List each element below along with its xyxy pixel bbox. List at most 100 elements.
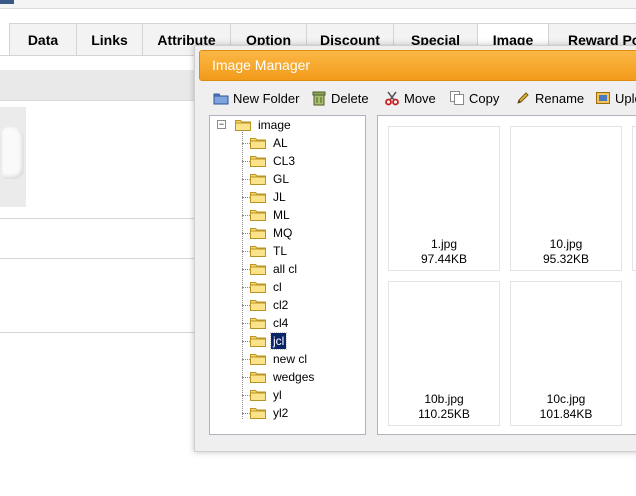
tree-connector [242, 130, 243, 419]
tree-connector [242, 251, 250, 252]
upload-icon [595, 90, 611, 106]
folder-icon [250, 299, 266, 311]
tree-connector [242, 305, 250, 306]
divider [0, 258, 195, 259]
copy-button[interactable]: Copy [449, 86, 499, 110]
folder-icon [250, 137, 266, 149]
move-button[interactable]: Move [384, 86, 436, 110]
tree-folder-item[interactable]: yl2 [250, 405, 290, 421]
folder-icon [250, 191, 266, 203]
tree-connector [242, 341, 250, 342]
tree-connector [242, 359, 250, 360]
file-size: 95.32KB [542, 252, 590, 266]
folder-icon [250, 173, 266, 185]
tree-folder-label: yl2 [273, 406, 289, 420]
scissors-icon [384, 90, 400, 106]
tree-folder-label: ML [273, 208, 290, 222]
tree-folder-item[interactable]: new cl [250, 351, 309, 367]
file-card[interactable]: 10c.jpg 101.84KB [510, 281, 622, 426]
folder-icon [250, 317, 266, 329]
upload-label: Uplo [615, 90, 636, 106]
tree-folder-item[interactable]: AL [250, 135, 290, 151]
tree-folder-item[interactable]: wedges [250, 369, 316, 385]
tree-connector [242, 287, 250, 288]
product-image-thumbnail[interactable] [0, 107, 26, 207]
tree-folder-item[interactable]: ML [250, 207, 292, 223]
tree-connector [242, 395, 250, 396]
tree-connector [242, 413, 250, 414]
tree-folder-item[interactable]: cl [250, 279, 284, 295]
tree-folder-item[interactable]: cl2 [250, 297, 290, 313]
folder-icon [213, 90, 229, 106]
tree-folder-label: yl [273, 388, 282, 402]
tree-folder-item[interactable]: JL [250, 189, 288, 205]
file-name: 10c.jpg [546, 392, 586, 406]
toolbar: New Folder Delete Move Copy Rename Uplo [207, 86, 636, 110]
file-name: 10.jpg [549, 237, 583, 251]
tree-connector [242, 197, 250, 198]
tree-connector [242, 215, 250, 216]
tree-connector [242, 377, 250, 378]
folder-icon [250, 227, 266, 239]
rename-button[interactable]: Rename [515, 86, 584, 110]
move-label: Move [404, 90, 436, 106]
folder-icon [250, 245, 266, 257]
folder-icon [250, 353, 266, 365]
tab-links[interactable]: Links [76, 23, 143, 55]
tree-folder-item[interactable]: CL3 [250, 153, 297, 169]
file-size: 110.25KB [418, 407, 470, 421]
tree-folder-label: GL [273, 172, 290, 186]
tree-folder-label: wedges [273, 370, 315, 384]
folder-icon [250, 407, 266, 419]
tree-folder-item[interactable]: jcl [250, 332, 288, 350]
tree-connector [242, 179, 250, 180]
tree-folder-label: AL [273, 136, 288, 150]
folder-icon [250, 335, 266, 347]
delete-button[interactable]: Delete [311, 86, 369, 110]
folder-icon [250, 263, 266, 275]
file-card[interactable]: 10b.jpg 110.25KB [388, 281, 500, 426]
folder-tree: − image AL CL3 GL JL ML MQ TL all cl cl cl2 cl4 jcl… [209, 115, 366, 435]
file-card[interactable]: 10.jpg 95.32KB [510, 126, 622, 271]
tree-folder-label: MQ [273, 226, 293, 240]
tree-folder-item[interactable]: cl4 [250, 315, 290, 331]
upload-button[interactable]: Uplo [595, 86, 636, 110]
file-size: 97.44KB [420, 252, 468, 266]
tab-data[interactable]: Data [9, 23, 77, 55]
folder-icon [250, 155, 266, 167]
pencil-icon [515, 90, 531, 106]
tree-folder-item[interactable]: all cl [250, 261, 299, 277]
tree-folder-label: cl2 [273, 298, 289, 312]
file-name: 1.jpg [430, 237, 458, 251]
tree-connector [242, 143, 250, 144]
folder-icon [235, 119, 251, 131]
rename-label: Rename [535, 90, 585, 106]
new-folder-button[interactable]: New Folder [213, 86, 299, 110]
tree-folder-label: cl [273, 280, 282, 294]
copy-label: Copy [469, 90, 500, 106]
folder-icon [250, 281, 266, 293]
tree-folder-item[interactable]: MQ [250, 225, 294, 241]
divider [0, 218, 195, 219]
tree-folder-label: TL [273, 244, 288, 258]
tree-root-label: image [258, 118, 291, 132]
image-manager-dialog: Image Manager New Folder Delete Move Cop… [194, 45, 636, 452]
tree-connector [242, 269, 250, 270]
dialog-titlebar[interactable]: Image Manager [199, 50, 636, 81]
image-table-header [0, 70, 195, 101]
copy-icon [449, 90, 465, 106]
tree-folder-item[interactable]: TL [250, 243, 289, 259]
tree-folder-label: new cl [273, 352, 308, 366]
tree-folder-item[interactable]: GL [250, 171, 291, 187]
tree-folder-label: all cl [273, 262, 298, 276]
file-card[interactable] [632, 126, 636, 271]
file-card[interactable]: 1.jpg 97.44KB [388, 126, 500, 271]
tree-folder-item[interactable]: yl [250, 387, 284, 403]
tree-connector [242, 233, 250, 234]
file-name: 10b.jpg [424, 392, 464, 406]
top-strip [0, 0, 636, 9]
tree-root-image[interactable]: image [235, 117, 293, 133]
file-grid: 1.jpg 97.44KB 10.jpg 95.32KB 10b.jpg 110… [377, 115, 636, 435]
folder-icon [250, 209, 266, 221]
collapse-icon[interactable]: − [217, 120, 226, 129]
